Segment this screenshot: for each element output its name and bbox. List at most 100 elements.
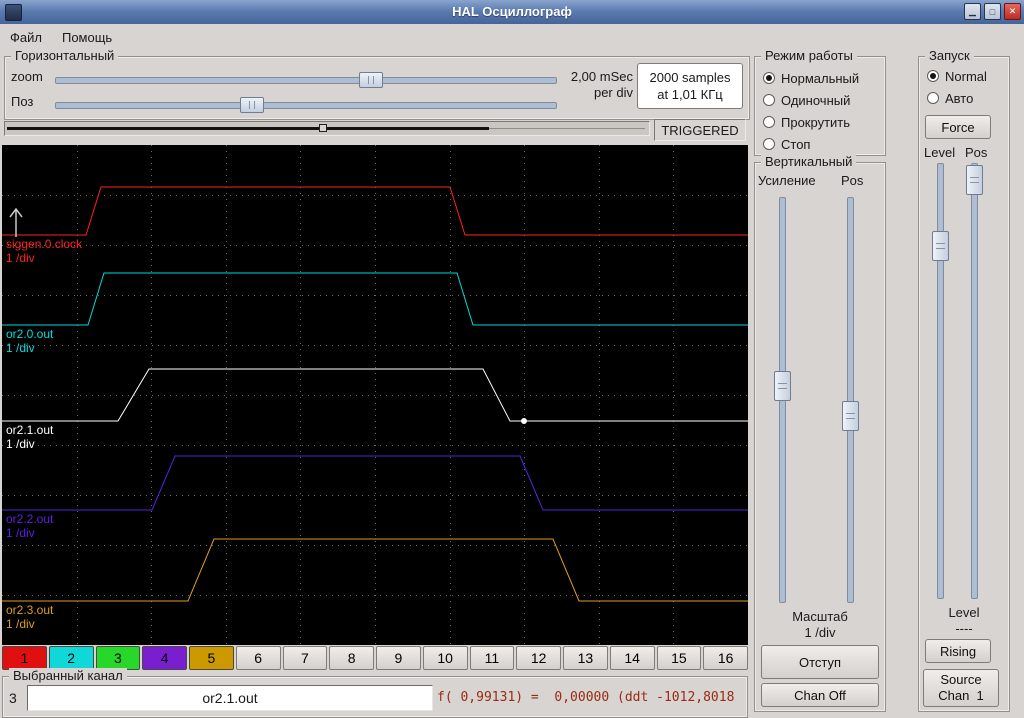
menu-file[interactable]: Файл	[0, 26, 52, 49]
radio-icon[interactable]	[763, 116, 775, 128]
trigger-panel-label: Запуск	[925, 48, 974, 64]
channel-button-15[interactable]: 15	[656, 646, 702, 670]
selected-channel-name-entry[interactable]: or2.1.out	[27, 685, 433, 711]
scope-canvas: siggen.0.clock1 /divor2.0.out1 /divor2.1…	[2, 145, 748, 645]
gain-slider-thumb[interactable]	[774, 371, 791, 401]
scale-value: 1 /div	[804, 625, 836, 640]
horizontal-panel-label: Горизонтальный	[11, 48, 119, 64]
channel-button-13[interactable]: 13	[563, 646, 608, 670]
channel-button-7[interactable]: 7	[282, 646, 328, 670]
chan-off-button[interactable]: Chan Off	[761, 683, 879, 707]
trigger-panel: Запуск Normal Авто Force Level Pos Level …	[918, 48, 1010, 712]
gain-label: Усиление	[758, 173, 816, 188]
vertical-pos-slider[interactable]	[847, 197, 854, 603]
zoom-slider[interactable]	[55, 77, 557, 84]
window-title: HAL Осциллограф	[452, 4, 572, 19]
run-mode-options: Нормальный Одиночный Прокрутить Стоп	[755, 67, 885, 155]
position-slider-thumb[interactable]	[240, 97, 264, 113]
offset-button[interactable]: Отступ	[761, 645, 879, 679]
timebase-unit: per div	[593, 85, 633, 100]
channel-button-2[interactable]: 2	[48, 646, 94, 670]
trigger-edge-button[interactable]: Rising	[925, 639, 991, 663]
radio-icon[interactable]	[927, 92, 939, 104]
trace-or2.3.out	[2, 538, 748, 602]
trigger-level-col-label: Level	[924, 145, 956, 160]
record-progress-bar	[4, 121, 650, 136]
radio-label: Прокрутить	[781, 114, 851, 130]
channel-button-14[interactable]: 14	[609, 646, 655, 670]
vertical-panel: Вертикальный Усиление Pos Масштаб 1 /div…	[754, 154, 886, 712]
channel-button-11[interactable]: 11	[469, 646, 515, 670]
vpos-arrow-icon	[9, 207, 23, 237]
trigger-level-slider[interactable]	[937, 163, 944, 599]
trigger-pos-slider-thumb[interactable]	[966, 165, 983, 195]
channel-button-6[interactable]: 6	[235, 646, 281, 670]
record-position-marker	[319, 124, 327, 132]
selected-channel-name: or2.1.out	[202, 690, 258, 706]
trigger-source-button[interactable]: Source Chan 1	[923, 669, 999, 707]
position-slider[interactable]	[55, 102, 557, 109]
run-mode-option-3[interactable]: Стоп	[755, 133, 885, 155]
trigger-source-line2: Chan 1	[938, 688, 984, 703]
trace-scale-label: 1 /div	[6, 251, 35, 265]
record-captured-line	[7, 127, 489, 130]
trace-or2.2.out	[2, 455, 748, 511]
samples-rate: at 1,01 КГц	[657, 87, 723, 102]
horizontal-panel: Горизонтальный zoom Поз 2,00 mSec per di…	[4, 48, 750, 120]
channel-button-16[interactable]: 16	[703, 646, 748, 670]
trace-label: or2.0.out	[6, 327, 54, 341]
radio-icon[interactable]	[763, 138, 775, 150]
run-mode-option-1[interactable]: Одиночный	[755, 89, 885, 111]
channel-button-1[interactable]: 1	[2, 646, 47, 670]
channel-button-10[interactable]: 10	[422, 646, 468, 670]
trigger-options: Normal Авто	[919, 65, 1009, 109]
radio-label: Normal	[945, 68, 987, 84]
trace-scale-label: 1 /div	[6, 437, 35, 451]
titlebar: HAL Осциллограф ▁ □ ✕	[0, 0, 1024, 24]
radio-icon[interactable]	[763, 94, 775, 106]
minimize-button[interactable]: ▁	[964, 3, 981, 20]
channel-button-8[interactable]: 8	[329, 646, 374, 670]
trace-scale-label: 1 /div	[6, 341, 35, 355]
vertical-pos-label: Pos	[841, 173, 864, 188]
menu-help[interactable]: Помощь	[52, 26, 122, 49]
trigger-pos-slider[interactable]	[971, 163, 978, 599]
channel-button-4[interactable]: 4	[142, 646, 187, 670]
timebase-value: 2,00 mSec	[570, 69, 633, 84]
run-mode-option-0[interactable]: Нормальный	[755, 67, 885, 89]
channel-button-12[interactable]: 12	[516, 646, 561, 670]
vertical-pos-slider-thumb[interactable]	[842, 401, 859, 431]
channel-button-5[interactable]: 5	[189, 646, 234, 670]
trigger-option-1[interactable]: Авто	[919, 87, 1009, 109]
trace-label: or2.2.out	[6, 512, 54, 526]
zoom-label: zoom	[11, 69, 43, 84]
channel-button-9[interactable]: 9	[376, 646, 421, 670]
radio-icon[interactable]	[763, 72, 775, 84]
trace-label: or2.1.out	[6, 423, 54, 437]
scale-caption: Масштаб	[792, 609, 848, 624]
trace-or2.0.out	[2, 272, 748, 326]
run-mode-option-2[interactable]: Прокрутить	[755, 111, 885, 133]
trigger-status-indicator: TRIGGERED	[654, 119, 746, 141]
run-mode-panel-label: Режим работы	[761, 48, 857, 64]
vertical-panel-label: Вертикальный	[761, 154, 857, 170]
trigger-level-value: ----	[955, 621, 973, 636]
radio-label: Стоп	[781, 136, 811, 152]
force-button[interactable]: Force	[925, 115, 991, 139]
zoom-slider-thumb[interactable]	[359, 72, 383, 88]
radio-icon[interactable]	[927, 70, 939, 82]
trigger-option-0[interactable]: Normal	[919, 65, 1009, 87]
trigger-level-slider-thumb[interactable]	[932, 231, 949, 261]
radio-label: Нормальный	[781, 70, 860, 86]
trigger-status-text: TRIGGERED	[661, 122, 739, 138]
radio-label: Одиночный	[781, 92, 851, 108]
close-button[interactable]: ✕	[1004, 3, 1021, 20]
maximize-button[interactable]: □	[984, 3, 1001, 20]
trigger-point-marker	[521, 418, 527, 424]
channel-button-3[interactable]: 3	[95, 646, 141, 670]
trace-scale-label: 1 /div	[6, 617, 35, 631]
samples-count: 2000 samples	[649, 70, 731, 85]
radio-label: Авто	[945, 90, 974, 106]
position-label: Поз	[11, 94, 34, 109]
samples-info-box: 2000 samples at 1,01 КГц	[637, 63, 743, 109]
